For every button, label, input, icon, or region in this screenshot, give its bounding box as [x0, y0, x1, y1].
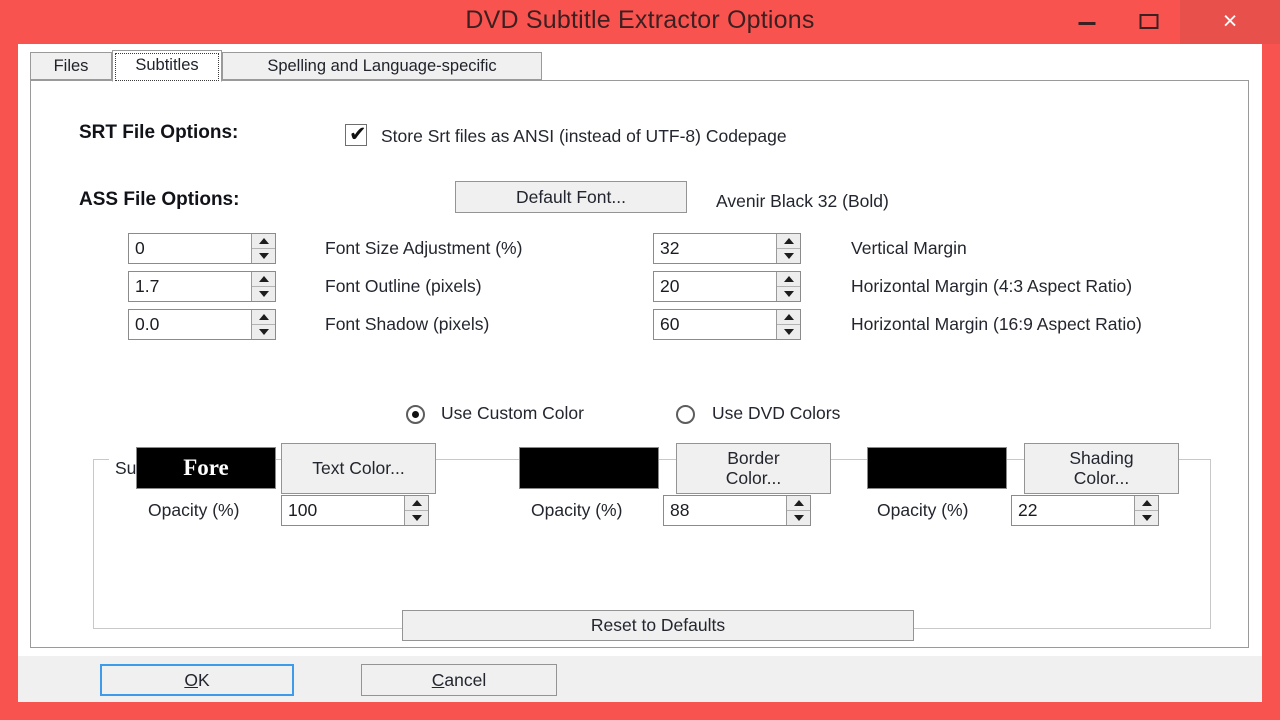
spin-down-icon[interactable]	[405, 511, 428, 526]
spin-down-icon[interactable]	[787, 511, 810, 526]
store-srt-as-ansi-checkbox[interactable]: ✔	[345, 122, 367, 146]
spin-up-icon[interactable]	[405, 496, 428, 511]
maximize-button[interactable]	[1118, 0, 1180, 44]
minimize-icon	[1078, 22, 1096, 25]
shading-opacity-spin-buttons[interactable]	[1134, 496, 1158, 525]
tab-files-label: Files	[53, 57, 89, 75]
shading-opacity-value: 22	[1018, 500, 1038, 520]
shading-color-swatch	[867, 447, 1007, 489]
spin-up-icon[interactable]	[777, 234, 800, 249]
default-font-button[interactable]: Default Font...	[455, 181, 687, 213]
spin-up-icon[interactable]	[787, 496, 810, 511]
tab-subtitles[interactable]: Subtitles	[112, 50, 222, 82]
vertical-margin-spin-buttons[interactable]	[776, 234, 800, 263]
font-shadow-label: Font Shadow (pixels)	[325, 314, 490, 334]
cancel-label-rest: ancel	[444, 669, 487, 690]
radio-use-custom-color[interactable]	[406, 405, 425, 424]
font-shadow-spin-buttons[interactable]	[251, 310, 275, 339]
font-shadow-spinner[interactable]: 0.0	[128, 309, 276, 340]
border-opacity-spin-buttons[interactable]	[786, 496, 810, 525]
minimize-button[interactable]	[1056, 0, 1118, 44]
border-opacity-spinner[interactable]: 88	[663, 495, 811, 526]
spin-up-icon[interactable]	[252, 272, 275, 287]
spin-up-icon[interactable]	[777, 310, 800, 325]
ok-button[interactable]: OK	[100, 664, 294, 696]
border-opacity-value: 88	[670, 500, 690, 520]
spin-down-icon[interactable]	[777, 325, 800, 340]
vertical-margin-value: 32	[660, 238, 680, 258]
checkmark-icon: ✔	[349, 122, 367, 146]
vertical-margin-label: Vertical Margin	[851, 238, 967, 258]
spin-down-icon[interactable]	[252, 249, 275, 264]
shading-color-button[interactable]: Shading Color...	[1024, 443, 1179, 494]
dialog-button-bar: OK Cancel	[18, 656, 1262, 702]
tab-spelling-label: Spelling and Language-specific	[267, 57, 497, 75]
radio-use-dvd-colors-label: Use DVD Colors	[712, 403, 841, 423]
spin-up-icon[interactable]	[252, 310, 275, 325]
ok-accelerator: O	[184, 669, 198, 690]
border-color-swatch	[519, 447, 659, 489]
spin-down-icon[interactable]	[777, 249, 800, 264]
ok-label-rest: K	[197, 669, 210, 690]
text-opacity-spinner[interactable]: 100	[281, 495, 429, 526]
font-size-adjustment-spinner[interactable]: 0	[128, 233, 276, 264]
font-size-adjustment-value: 0	[135, 238, 145, 258]
border-color-button[interactable]: Border Color...	[676, 443, 831, 494]
horizontal-margin-4-3-value: 20	[660, 276, 680, 296]
font-outline-spinner[interactable]: 1.7	[128, 271, 276, 302]
font-outline-value: 1.7	[135, 276, 160, 296]
text-opacity-value: 100	[288, 500, 318, 520]
dialog-window: DVD Subtitle Extractor Options × Files S…	[0, 0, 1280, 720]
tab-files[interactable]: Files	[30, 52, 112, 80]
horizontal-margin-16-9-label: Horizontal Margin (16:9 Aspect Ratio)	[851, 314, 1142, 334]
reset-to-defaults-button[interactable]: Reset to Defaults	[402, 610, 914, 641]
horizontal-margin-4-3-spin-buttons[interactable]	[776, 272, 800, 301]
text-color-button[interactable]: Text Color...	[281, 443, 436, 494]
ass-file-options-label: ASS File Options:	[79, 189, 240, 210]
text-color-swatch: Fore	[136, 447, 276, 489]
tab-page-subtitles: SRT File Options: ✔ Store Srt files as A…	[30, 80, 1249, 648]
cancel-accelerator: C	[431, 669, 445, 690]
store-srt-as-ansi-label: Store Srt files as ANSI (instead of UTF-…	[381, 126, 787, 146]
horizontal-margin-16-9-spin-buttons[interactable]	[776, 310, 800, 339]
opacity-text-label: Opacity (%)	[148, 500, 240, 520]
radio-use-dvd-colors[interactable]	[676, 405, 695, 424]
opacity-border-label: Opacity (%)	[531, 500, 623, 520]
spin-up-icon[interactable]	[777, 272, 800, 287]
font-outline-label: Font Outline (pixels)	[325, 276, 482, 296]
close-icon: ×	[1222, 7, 1238, 35]
font-shadow-value: 0.0	[135, 314, 160, 334]
spin-down-icon[interactable]	[252, 287, 275, 302]
tab-spelling-and-language-specific[interactable]: Spelling and Language-specific	[222, 52, 542, 80]
text-color-swatch-label: Fore	[183, 455, 229, 480]
title-bar: DVD Subtitle Extractor Options ×	[0, 0, 1280, 44]
spin-down-icon[interactable]	[1135, 511, 1158, 526]
spin-down-icon[interactable]	[252, 325, 275, 340]
horizontal-margin-4-3-spinner[interactable]: 20	[653, 271, 801, 302]
text-opacity-spin-buttons[interactable]	[404, 496, 428, 525]
horizontal-margin-4-3-label: Horizontal Margin (4:3 Aspect Ratio)	[851, 276, 1133, 296]
vertical-margin-spinner[interactable]: 32	[653, 233, 801, 264]
opacity-shading-label: Opacity (%)	[877, 500, 969, 520]
spin-down-icon[interactable]	[777, 287, 800, 302]
spin-up-icon[interactable]	[1135, 496, 1158, 511]
font-size-adjustment-spin-buttons[interactable]	[251, 234, 275, 263]
tab-strip: Files Subtitles Spelling and Language-sp…	[30, 50, 1250, 82]
horizontal-margin-16-9-value: 60	[660, 314, 680, 334]
spin-up-icon[interactable]	[252, 234, 275, 249]
radio-use-custom-color-label: Use Custom Color	[441, 403, 584, 423]
horizontal-margin-16-9-spinner[interactable]: 60	[653, 309, 801, 340]
shading-opacity-spinner[interactable]: 22	[1011, 495, 1159, 526]
tab-subtitles-label: Subtitles	[135, 56, 199, 74]
font-size-adjustment-label: Font Size Adjustment (%)	[325, 238, 523, 258]
srt-file-options-label: SRT File Options:	[79, 122, 239, 143]
dialog-client-area: Files Subtitles Spelling and Language-sp…	[18, 44, 1262, 656]
default-font-description: Avenir Black 32 (Bold)	[716, 191, 889, 211]
maximize-icon	[1139, 14, 1159, 29]
font-outline-spin-buttons[interactable]	[251, 272, 275, 301]
close-button[interactable]: ×	[1180, 0, 1280, 44]
cancel-button[interactable]: Cancel	[361, 664, 557, 696]
